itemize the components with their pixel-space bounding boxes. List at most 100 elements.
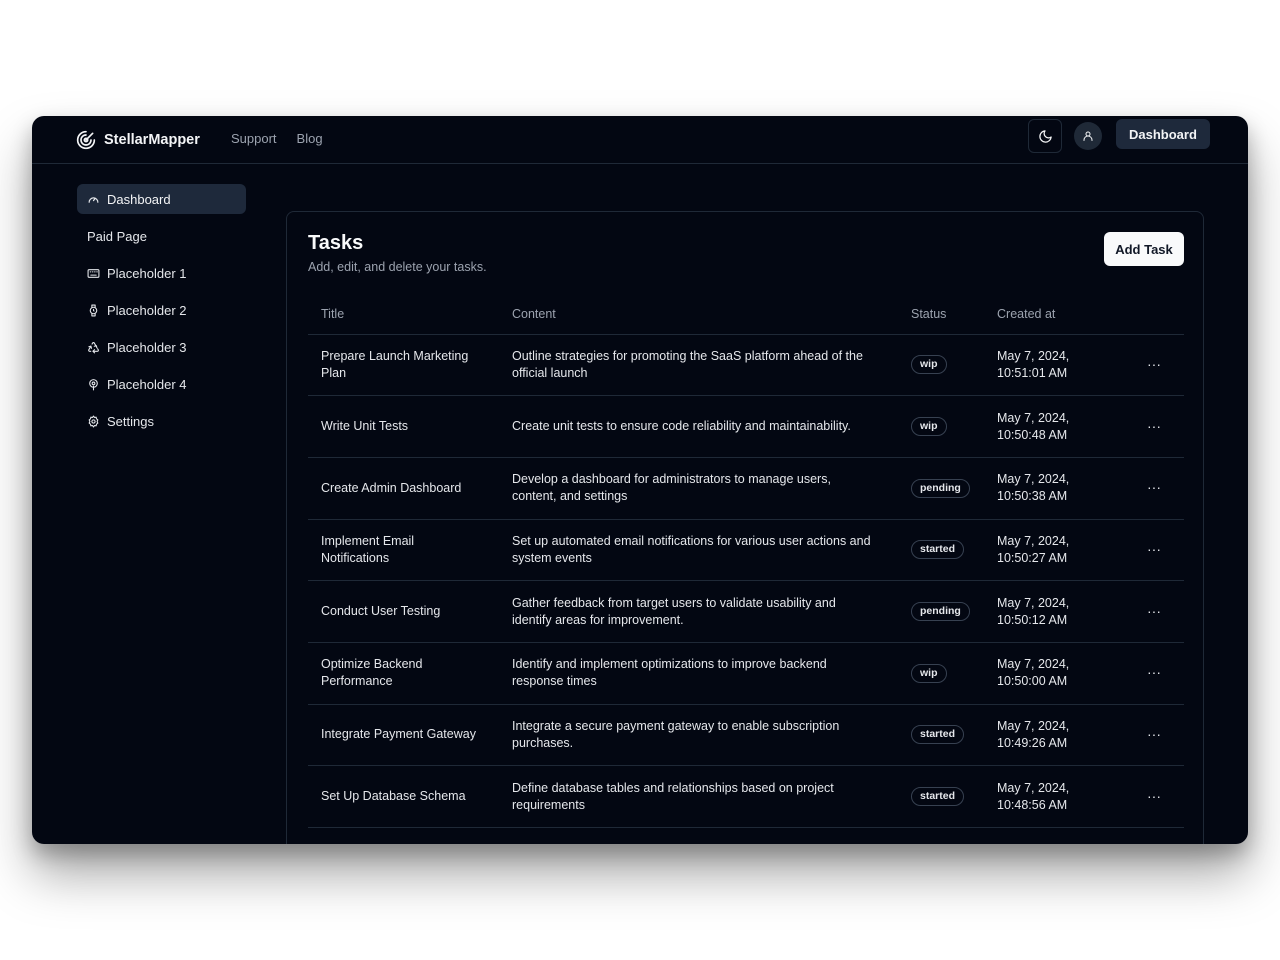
table-row[interactable]: Set Up Database Schema Define database ta… bbox=[308, 765, 1184, 828]
task-created-at: May 7, 2024, 10:50:48 AM bbox=[984, 395, 1124, 458]
page-title: Tasks bbox=[308, 232, 364, 254]
sidebar-item-label: Dashboard bbox=[107, 191, 171, 207]
row-actions-cell: ··· bbox=[1124, 765, 1184, 828]
column-header-status[interactable]: Status bbox=[898, 294, 984, 335]
row-actions-cell: ··· bbox=[1124, 519, 1184, 582]
created-date: May 7, 2024, bbox=[997, 348, 1070, 363]
brand[interactable]: StellarMapper bbox=[76, 126, 200, 154]
task-content: Define database tables and relationships… bbox=[499, 765, 898, 828]
created-date: May 7, 2024, bbox=[997, 410, 1070, 425]
recycle-icon bbox=[87, 341, 100, 354]
nav-link-support[interactable]: Support bbox=[231, 129, 277, 149]
sidebar-item-label: Placeholder 3 bbox=[107, 339, 187, 355]
status-badge: started bbox=[911, 540, 965, 560]
created-date: May 7, 2024, bbox=[997, 533, 1070, 548]
status-badge: wip bbox=[911, 663, 947, 683]
task-title: Set Up Database Schema bbox=[308, 765, 499, 828]
task-created-at: May 7, 2024, 10:51:01 AM bbox=[984, 334, 1124, 397]
more-actions-icon[interactable]: ··· bbox=[1147, 479, 1161, 496]
dashboard-button[interactable]: Dashboard bbox=[1116, 119, 1210, 149]
sidebar-item-settings[interactable]: Settings bbox=[77, 406, 246, 436]
keyboard-icon bbox=[87, 267, 100, 280]
sidebar-item-label: Placeholder 1 bbox=[107, 265, 187, 281]
task-title: Integrate Payment Gateway bbox=[308, 704, 499, 767]
status-badge: wip bbox=[911, 355, 947, 375]
sidebar-item-placeholder-4[interactable]: Placeholder 4 bbox=[77, 369, 246, 399]
brand-name: StellarMapper bbox=[104, 132, 200, 148]
task-created-at: May 7, 2024, 10:49:26 AM bbox=[984, 704, 1124, 767]
task-created-at: May 7, 2024, 10:48:56 AM bbox=[984, 765, 1124, 828]
theme-toggle-button[interactable] bbox=[1028, 119, 1062, 153]
gauge-icon bbox=[87, 193, 100, 206]
created-time: 10:49:26 AM bbox=[997, 735, 1068, 750]
created-time: 10:50:27 AM bbox=[997, 550, 1068, 565]
row-actions-cell: ··· bbox=[1124, 704, 1184, 767]
status-badge: started bbox=[911, 787, 965, 807]
sidebar-section-label: Paid Page bbox=[87, 228, 147, 244]
row-actions-cell: ··· bbox=[1124, 457, 1184, 520]
tasks-card: Tasks Add, edit, and delete your tasks. … bbox=[286, 211, 1204, 844]
podcast-icon bbox=[87, 378, 100, 391]
task-title: Conduct User Testing bbox=[308, 580, 499, 643]
task-content: Identify and implement optimizations to … bbox=[499, 642, 898, 705]
user-menu-button[interactable] bbox=[1074, 122, 1102, 150]
table-row[interactable]: Integrate Payment Gateway Integrate a sec… bbox=[308, 704, 1184, 767]
user-icon bbox=[1083, 131, 1093, 141]
task-status-cell: pending bbox=[898, 580, 984, 643]
created-date: May 7, 2024, bbox=[997, 595, 1070, 610]
app-window: StellarMapper Support Blog Dashboard Das… bbox=[32, 116, 1248, 844]
top-navbar: StellarMapper Support Blog Dashboard bbox=[32, 116, 1248, 164]
table-row[interactable]: Prepare Launch Marketing Plan Outline str… bbox=[308, 334, 1184, 397]
table-row[interactable]: Conduct User Testing Gather feedback from… bbox=[308, 580, 1184, 643]
more-actions-icon[interactable]: ··· bbox=[1147, 356, 1161, 373]
table-row[interactable]: Write Unit Tests Create unit tests to ens… bbox=[308, 395, 1184, 458]
task-content: Develop a dashboard for administrators t… bbox=[499, 457, 898, 520]
table-row[interactable]: Create Admin Dashboard Develop a dashboar… bbox=[308, 457, 1184, 520]
created-time: 10:50:38 AM bbox=[997, 489, 1068, 504]
more-actions-icon[interactable]: ··· bbox=[1147, 664, 1161, 681]
status-badge: pending bbox=[911, 602, 970, 622]
column-header-created-at[interactable]: Created at bbox=[984, 294, 1124, 335]
column-header-content[interactable]: Content bbox=[499, 294, 898, 335]
top-nav: Support Blog bbox=[231, 129, 323, 149]
logo-icon bbox=[76, 130, 96, 150]
status-badge: pending bbox=[911, 478, 970, 498]
task-title: Implement Email Notifications bbox=[308, 519, 499, 582]
task-status-cell: wip bbox=[898, 395, 984, 458]
sidebar-item-placeholder-2[interactable]: Placeholder 2 bbox=[77, 295, 246, 325]
task-content: Integrate a secure payment gateway to en… bbox=[499, 704, 898, 767]
task-content: Create unit tests to ensure code reliabi… bbox=[499, 395, 898, 458]
add-task-button[interactable]: Add Task bbox=[1104, 232, 1184, 266]
moon-icon bbox=[1038, 129, 1052, 143]
created-time: 10:48:56 AM bbox=[997, 797, 1068, 812]
sidebar-item-placeholder-1[interactable]: Placeholder 1 bbox=[77, 258, 246, 288]
task-status-cell: wip bbox=[898, 334, 984, 397]
sidebar-item-label: Settings bbox=[107, 413, 154, 429]
task-created-at: May 7, 2024, 10:50:00 AM bbox=[984, 642, 1124, 705]
more-actions-icon[interactable]: ··· bbox=[1147, 788, 1161, 805]
row-actions-cell: ··· bbox=[1124, 580, 1184, 643]
task-status-cell: wip bbox=[898, 642, 984, 705]
table-row[interactable]: Optimize Backend Performance Identify and… bbox=[308, 642, 1184, 705]
task-created-at: May 7, 2024, 10:50:12 AM bbox=[984, 580, 1124, 643]
sidebar-item-label: Placeholder 2 bbox=[107, 302, 187, 318]
created-date: May 7, 2024, bbox=[997, 718, 1070, 733]
task-created-at: May 7, 2024, 10:50:27 AM bbox=[984, 519, 1124, 582]
more-actions-icon[interactable]: ··· bbox=[1147, 541, 1161, 558]
sidebar-item-dashboard[interactable]: Dashboard bbox=[77, 184, 246, 214]
sidebar-item-label: Placeholder 4 bbox=[107, 376, 187, 392]
created-date: May 7, 2024, bbox=[997, 780, 1070, 795]
column-header-actions bbox=[1124, 294, 1184, 335]
more-actions-icon[interactable]: ··· bbox=[1147, 726, 1161, 743]
sidebar-item-placeholder-3[interactable]: Placeholder 3 bbox=[77, 332, 246, 362]
task-content: Gather feedback from target users to val… bbox=[499, 580, 898, 643]
task-status-cell: started bbox=[898, 704, 984, 767]
table-row[interactable]: Implement Email Notifications Set up auto… bbox=[308, 519, 1184, 582]
nav-link-blog[interactable]: Blog bbox=[297, 129, 323, 149]
column-header-title[interactable]: Title bbox=[308, 294, 499, 335]
more-actions-icon[interactable]: ··· bbox=[1147, 418, 1161, 435]
more-actions-icon[interactable]: ··· bbox=[1147, 603, 1161, 620]
task-title: Optimize Backend Performance bbox=[308, 642, 499, 705]
created-time: 10:50:48 AM bbox=[997, 427, 1068, 442]
created-time: 10:50:00 AM bbox=[997, 674, 1068, 689]
